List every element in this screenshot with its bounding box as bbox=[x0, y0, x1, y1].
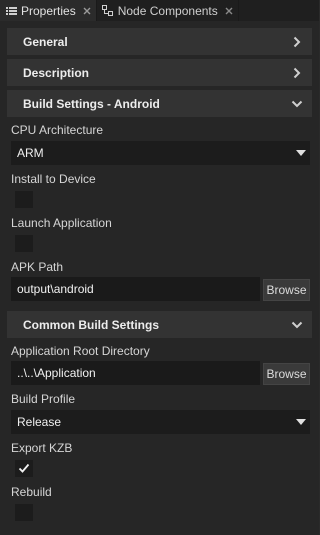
build-profile-select[interactable]: Release bbox=[11, 410, 310, 434]
cpu-architecture-value: ARM bbox=[17, 146, 44, 160]
section-general-title: General bbox=[23, 34, 68, 49]
section-general-header[interactable]: General bbox=[7, 28, 312, 55]
install-to-device-checkbox[interactable] bbox=[15, 191, 33, 208]
build-profile-label: Build Profile bbox=[11, 392, 76, 406]
close-icon[interactable] bbox=[82, 6, 92, 16]
export-kzb-checkbox[interactable] bbox=[15, 460, 33, 477]
build-profile-value: Release bbox=[17, 415, 62, 429]
section-build-android-header[interactable]: Build Settings - Android bbox=[7, 90, 312, 117]
caret-down-icon bbox=[296, 419, 306, 425]
application-root-directory-value: ..\..\Application bbox=[17, 366, 96, 380]
tab-bar: Properties Node Components bbox=[0, 0, 319, 21]
tab-properties-label: Properties bbox=[21, 3, 76, 18]
launch-application-label: Launch Application bbox=[11, 216, 112, 230]
tab-properties[interactable]: Properties bbox=[0, 0, 97, 21]
cpu-architecture-select[interactable]: ARM bbox=[11, 141, 310, 165]
rebuild-label: Rebuild bbox=[11, 485, 52, 499]
application-root-directory-label: Application Root Directory bbox=[11, 344, 150, 358]
section-common-build-title: Common Build Settings bbox=[23, 317, 159, 332]
chevron-down-icon[interactable] bbox=[290, 318, 303, 331]
rebuild-checkbox[interactable] bbox=[15, 504, 33, 521]
application-root-directory-input[interactable]: ..\..\Application bbox=[11, 361, 260, 385]
list-icon bbox=[5, 5, 17, 17]
close-icon[interactable] bbox=[224, 6, 234, 16]
section-description-header[interactable]: Description bbox=[7, 59, 312, 86]
apk-path-browse-button[interactable]: Browse bbox=[263, 279, 310, 301]
chevron-down-icon[interactable] bbox=[290, 97, 303, 110]
export-kzb-label: Export KZB bbox=[11, 441, 73, 455]
caret-down-icon bbox=[296, 150, 306, 156]
section-description-title: Description bbox=[23, 65, 90, 80]
cpu-architecture-label: CPU Architecture bbox=[11, 123, 104, 137]
properties-panel: General Description Build Settings - And… bbox=[0, 21, 319, 535]
apk-path-label: APK Path bbox=[11, 260, 64, 274]
section-build-android-title: Build Settings - Android bbox=[23, 96, 160, 111]
section-common-build-header[interactable]: Common Build Settings bbox=[7, 311, 312, 338]
checkmark-icon bbox=[18, 463, 30, 473]
application-root-browse-button[interactable]: Browse bbox=[263, 363, 310, 385]
launch-application-checkbox[interactable] bbox=[15, 235, 33, 252]
chevron-right-icon[interactable] bbox=[290, 66, 303, 79]
apk-path-input[interactable]: output\android bbox=[11, 277, 260, 301]
install-to-device-label: Install to Device bbox=[11, 172, 96, 186]
tab-node-components[interactable]: Node Components bbox=[96, 0, 239, 21]
tab-node-components-label: Node Components bbox=[117, 3, 218, 18]
chevron-right-icon[interactable] bbox=[290, 35, 303, 48]
node-components-icon bbox=[102, 5, 114, 17]
apk-path-value: output\android bbox=[17, 282, 94, 296]
